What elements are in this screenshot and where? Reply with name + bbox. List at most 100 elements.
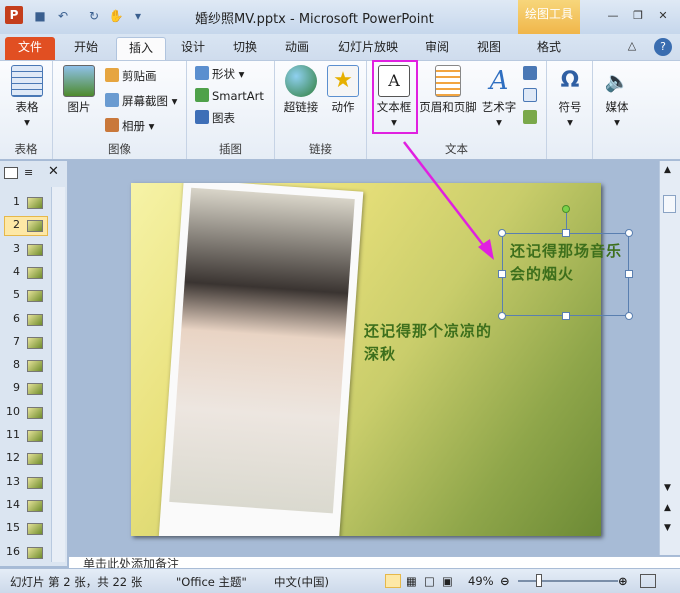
- date-time-button[interactable]: [523, 65, 540, 83]
- slide-thumbnail-15[interactable]: [27, 523, 43, 536]
- zoom-in-icon[interactable]: ⊕: [618, 574, 628, 588]
- notes-pane[interactable]: 单击此处添加备注: [69, 556, 680, 568]
- smartart-button[interactable]: SmartArt: [195, 87, 264, 105]
- minimize-ribbon-icon[interactable]: △: [622, 38, 642, 54]
- undo-icon[interactable]: ↶: [55, 8, 71, 24]
- resize-handle-bl[interactable]: [498, 312, 506, 320]
- slide-thumbnail-14[interactable]: [27, 499, 43, 512]
- screenshot-icon: [105, 93, 119, 107]
- slides-tab-icon[interactable]: [4, 167, 18, 179]
- group-table-label: 表格: [14, 142, 38, 156]
- screenshot-button[interactable]: 屏幕截图 ▾: [105, 92, 177, 110]
- hyperlink-button[interactable]: 超链接: [281, 65, 321, 115]
- vertical-scrollbar[interactable]: ▲ ▼ ▲ ▼: [659, 161, 680, 555]
- reading-view-icon[interactable]: □: [424, 574, 435, 588]
- shapes-button[interactable]: 形状 ▾: [195, 65, 244, 83]
- album-button[interactable]: 相册 ▾: [105, 117, 154, 135]
- slide-text-fireworks[interactable]: 还记得那场音乐会的烟火: [510, 240, 622, 286]
- tab-animations[interactable]: 动画: [274, 37, 320, 60]
- resize-handle-br[interactable]: [625, 312, 633, 320]
- minimize-icon[interactable]: —: [603, 8, 623, 24]
- slide-thumbnail-1[interactable]: [27, 197, 43, 209]
- media-button[interactable]: 🔈 媒体 ▾: [599, 65, 635, 129]
- slide-thumbnail-2[interactable]: [27, 220, 43, 233]
- slide-thumbnail-12[interactable]: [27, 453, 43, 466]
- zoom-out-icon[interactable]: ⊖: [500, 574, 510, 588]
- screenshot-label: 屏幕截图: [122, 94, 168, 108]
- slide-thumbnail-8[interactable]: [27, 360, 43, 373]
- redo-icon[interactable]: ↻: [86, 8, 102, 24]
- slide-thumbnail-13[interactable]: [27, 476, 43, 489]
- tab-insert[interactable]: 插入: [116, 37, 166, 60]
- prev-slide-icon[interactable]: ▲: [664, 503, 671, 513]
- symbol-button[interactable]: Ω 符号 ▾: [553, 65, 587, 129]
- resize-handle-b[interactable]: [562, 312, 570, 320]
- resize-handle-tr[interactable]: [625, 229, 633, 237]
- slide-thumbnail-6[interactable]: [27, 313, 43, 326]
- slide-thumbnail-11[interactable]: [27, 430, 43, 442]
- photo-frame[interactable]: [158, 183, 364, 536]
- normal-view-icon[interactable]: [385, 574, 401, 588]
- tab-home[interactable]: 开始: [62, 37, 110, 60]
- slide-number-15: 15: [6, 521, 20, 535]
- slide-sorter-icon[interactable]: ▦: [406, 574, 417, 588]
- zoom-slider-thumb[interactable]: [536, 574, 542, 587]
- tab-slideshow[interactable]: 幻灯片放映: [330, 37, 406, 60]
- tab-view[interactable]: 视图: [466, 37, 512, 60]
- tab-format[interactable]: 格式: [524, 37, 574, 60]
- scroll-up-icon[interactable]: ▲: [664, 165, 671, 175]
- slide-number-16: 16: [6, 544, 20, 558]
- picture-button[interactable]: 图片: [59, 65, 99, 115]
- close-panel-icon[interactable]: ✕: [48, 164, 59, 179]
- close-icon[interactable]: ✕: [653, 8, 673, 24]
- touch-mode-icon[interactable]: ✋: [108, 8, 124, 24]
- table-button[interactable]: 表格 ▾: [6, 65, 48, 129]
- scroll-down-icon[interactable]: ▼: [664, 483, 671, 493]
- slideshow-view-icon[interactable]: ▣: [442, 574, 453, 588]
- slide-thumbnail-16[interactable]: [27, 546, 43, 559]
- help-icon[interactable]: ?: [654, 38, 672, 56]
- table-label: 表格: [15, 100, 39, 114]
- scroll-thumb[interactable]: [663, 195, 676, 213]
- theme-name[interactable]: "Office 主题": [176, 574, 247, 590]
- resize-handle-l[interactable]: [498, 270, 506, 278]
- tab-transitions[interactable]: 切换: [222, 37, 268, 60]
- object-button[interactable]: [523, 109, 540, 127]
- slide-text-autumn[interactable]: 还记得那个凉凉的深秋: [364, 320, 504, 366]
- rotate-handle[interactable]: [562, 205, 570, 213]
- slide-thumbnail-10[interactable]: [27, 406, 43, 419]
- tab-design[interactable]: 设计: [170, 37, 216, 60]
- resize-handle-r[interactable]: [625, 270, 633, 278]
- action-button[interactable]: ★ 动作: [325, 65, 361, 115]
- resize-handle-tl[interactable]: [498, 229, 506, 237]
- panel-scrollbar[interactable]: [51, 187, 65, 562]
- slide-thumbnail-3[interactable]: [27, 243, 43, 256]
- selected-textbox[interactable]: 还记得那场音乐会的烟火: [502, 233, 629, 316]
- group-image-label: 图像: [108, 142, 131, 156]
- outline-tab-icon[interactable]: ≡: [24, 167, 38, 179]
- slide-thumbnail-4[interactable]: [27, 266, 43, 279]
- slide-thumbnail-5[interactable]: [27, 290, 43, 303]
- customize-qat-icon[interactable]: ▾: [130, 8, 146, 24]
- fit-to-window-icon[interactable]: [640, 574, 656, 588]
- textbox-highlight-box: [372, 60, 418, 134]
- header-footer-button[interactable]: 页眉和页脚: [417, 65, 479, 115]
- powerpoint-logo-icon[interactable]: P: [5, 6, 23, 24]
- picture-label: 图片: [67, 100, 91, 114]
- slide-thumbnail-9[interactable]: [27, 383, 43, 396]
- tab-file[interactable]: 文件: [5, 37, 55, 60]
- save-icon[interactable]: ■: [32, 8, 48, 24]
- zoom-slider[interactable]: [518, 580, 618, 582]
- clipart-button[interactable]: 剪贴画: [105, 67, 157, 85]
- resize-handle-t[interactable]: [562, 229, 570, 237]
- speaker-icon: 🔈: [604, 69, 630, 93]
- zoom-level[interactable]: 49%: [468, 574, 494, 588]
- tab-review[interactable]: 审阅: [414, 37, 460, 60]
- restore-icon[interactable]: ❐: [628, 8, 648, 24]
- next-slide-icon[interactable]: ▼: [664, 523, 671, 533]
- slide-number-button[interactable]: [523, 87, 540, 105]
- wordart-button[interactable]: A 艺术字 ▾: [479, 65, 519, 129]
- slide-thumbnail-7[interactable]: [27, 336, 43, 349]
- language[interactable]: 中文(中国): [274, 574, 329, 590]
- chart-button[interactable]: 图表: [195, 109, 235, 127]
